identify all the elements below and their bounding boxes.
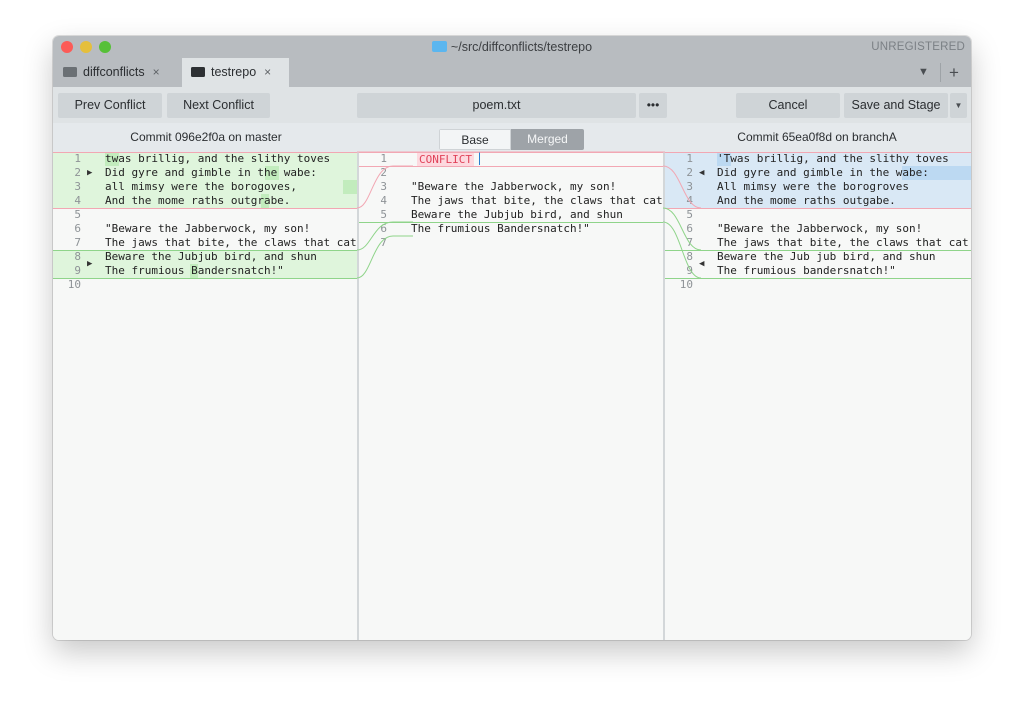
connector-curve (662, 165, 702, 209)
app-window: ~/src/diffconflicts/testrepo UNREGISTERE… (53, 36, 971, 640)
diff-connector-lines (356, 151, 702, 279)
connector-curve (662, 207, 702, 251)
connector-curve (356, 235, 413, 279)
connector-curve (356, 165, 413, 209)
connector-curve (662, 221, 702, 279)
